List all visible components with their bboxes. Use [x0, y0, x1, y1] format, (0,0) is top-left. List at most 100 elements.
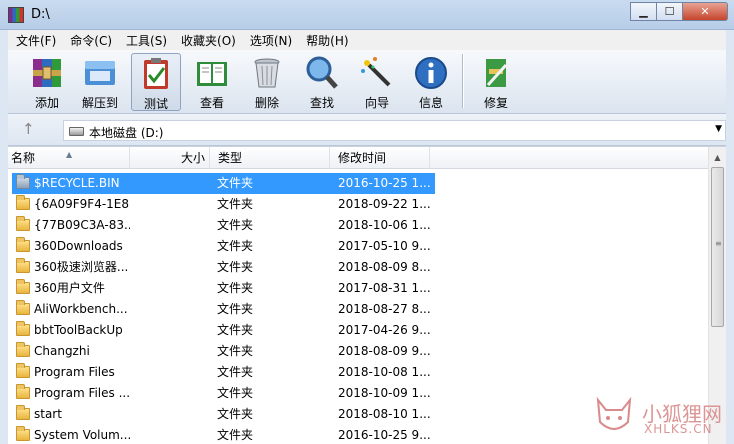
watermark: 小狐狸网 XHLKS.CN	[592, 392, 732, 442]
folder-icon	[16, 405, 30, 420]
chevron-down-icon[interactable]: ▼	[715, 124, 722, 134]
recycle-bin-folder-icon	[16, 174, 30, 189]
wizard-button[interactable]: 向导	[352, 53, 402, 111]
file-name: $RECYCLE.BIN	[34, 176, 120, 190]
folder-icon	[16, 237, 30, 252]
scroll-up-arrow[interactable]: ▲	[709, 149, 726, 166]
file-name-cell: {77B09C3A-83...	[12, 215, 130, 236]
folder-icon	[16, 384, 30, 399]
toolbar: 添加 解压到 测试 查看 删除 查找 向导 信息 修复	[8, 50, 726, 114]
file-name: bbtToolBackUp	[34, 323, 123, 337]
table-row[interactable]: 360用户文件 文件夹 2017-08-31 1...	[8, 278, 708, 299]
extract-to-button[interactable]: 解压到	[75, 53, 125, 111]
file-name-cell: 360用户文件	[12, 278, 130, 299]
table-row[interactable]: {77B09C3A-83... 文件夹 2018-10-06 1...	[8, 215, 708, 236]
up-arrow-icon[interactable]: ↑	[22, 120, 35, 138]
menu-command[interactable]: 命令(C)	[65, 32, 117, 49]
repair-button[interactable]: 修复	[471, 53, 521, 111]
menu-file[interactable]: 文件(F)	[11, 32, 61, 49]
watermark-url: XHLKS.CN	[644, 422, 713, 436]
folder-icon	[16, 258, 30, 273]
table-row[interactable]: AliWorkbench... 文件夹 2018-08-27 8...	[8, 299, 708, 320]
wizard-wand-icon	[359, 55, 395, 91]
file-name: {6A09F9F4-1E8...	[34, 197, 130, 211]
folder-icon	[16, 300, 30, 315]
file-type: 文件夹	[217, 428, 254, 442]
file-modified: 2018-08-09 9...	[338, 344, 431, 358]
info-button[interactable]: 信息	[406, 53, 456, 111]
menu-options[interactable]: 选项(N)	[245, 32, 297, 49]
menu-help[interactable]: 帮助(H)	[301, 32, 353, 49]
file-modified: 2018-10-06 1...	[338, 218, 431, 232]
folder-icon	[16, 195, 30, 210]
delete-button[interactable]: 删除	[242, 53, 292, 111]
winrar-app-icon[interactable]	[8, 7, 24, 23]
add-button[interactable]: 添加	[22, 53, 72, 111]
table-row[interactable]: {6A09F9F4-1E8... 文件夹 2018-09-22 1...	[8, 194, 708, 215]
file-name-cell: 360极速浏览器...	[12, 257, 130, 278]
table-row[interactable]: Program Files 文件夹 2018-10-08 1...	[8, 362, 708, 383]
maximize-button[interactable]: ☐	[656, 2, 683, 21]
file-name-cell: System Volum...	[12, 425, 130, 444]
table-row[interactable]: 360Downloads 文件夹 2017-05-10 9...	[8, 236, 708, 257]
column-size[interactable]: 大小	[130, 147, 210, 169]
minimize-button[interactable]: ▁	[630, 2, 657, 21]
info-icon	[413, 55, 449, 91]
view-button[interactable]: 查看	[187, 53, 237, 111]
view-book-icon	[194, 55, 230, 91]
file-name-cell: AliWorkbench...	[12, 299, 130, 320]
file-modified: 2016-10-25 9...	[338, 428, 431, 442]
file-name: Program Files ...	[34, 386, 130, 400]
column-modified[interactable]: 修改时间	[330, 147, 430, 169]
table-row[interactable]: Changzhi 文件夹 2018-08-09 9...	[8, 341, 708, 362]
scroll-thumb[interactable]: ≡	[711, 167, 724, 327]
table-row[interactable]: 360极速浏览器... 文件夹 2018-08-09 8...	[8, 257, 708, 278]
file-modified: 2018-08-09 8...	[338, 260, 431, 274]
grip-icon: ≡	[715, 239, 722, 248]
menu-favorites[interactable]: 收藏夹(O)	[176, 32, 241, 49]
file-modified: 2018-10-08 1...	[338, 365, 431, 379]
file-name: System Volum...	[34, 428, 130, 442]
menu-bar: 文件(F) 命令(C) 工具(S) 收藏夹(O) 选项(N) 帮助(H)	[8, 30, 726, 50]
file-name-cell: Program Files	[12, 362, 130, 383]
file-name: Program Files	[34, 365, 115, 379]
find-magnifier-icon	[304, 55, 340, 91]
file-name: 360Downloads	[34, 239, 123, 253]
file-modified: 2018-08-10 1...	[338, 407, 431, 421]
folder-icon	[16, 279, 30, 294]
path-text: 本地磁盘 (D:)	[89, 126, 164, 140]
file-type: 文件夹	[217, 323, 254, 337]
file-name: Changzhi	[34, 344, 90, 358]
file-type: 文件夹	[217, 407, 254, 421]
file-type: 文件夹	[217, 386, 254, 400]
table-row[interactable]: bbtToolBackUp 文件夹 2017-04-26 9...	[8, 320, 708, 341]
column-type[interactable]: 类型	[210, 147, 330, 169]
file-modified: 2017-08-31 1...	[338, 281, 431, 295]
file-type: 文件夹	[217, 302, 254, 316]
test-button[interactable]: 测试	[131, 53, 181, 111]
find-button[interactable]: 查找	[297, 53, 347, 111]
test-clipboard-icon	[138, 56, 174, 92]
file-name-cell: Program Files ...	[12, 383, 130, 404]
column-name[interactable]: 名称 ▲	[8, 147, 130, 169]
file-modified: 2017-04-26 9...	[338, 323, 431, 337]
file-type: 文件夹	[217, 197, 254, 211]
table-row[interactable]: $RECYCLE.BIN 文件夹 2016-10-25 1...	[12, 173, 435, 194]
window-controls: ▁ ☐ ✕	[630, 2, 728, 21]
file-name: {77B09C3A-83...	[34, 218, 130, 232]
path-combobox[interactable]: 本地磁盘 (D:) ▼	[63, 120, 726, 141]
folder-icon	[16, 363, 30, 378]
file-name-cell: bbtToolBackUp	[12, 320, 130, 341]
file-modified: 2016-10-25 1...	[338, 173, 431, 194]
file-type: 文件夹	[217, 173, 254, 194]
menu-tools[interactable]: 工具(S)	[121, 32, 172, 49]
file-modified: 2018-09-22 1...	[338, 197, 431, 211]
extract-folder-icon	[82, 55, 118, 91]
file-name-cell: {6A09F9F4-1E8...	[12, 194, 130, 215]
window-title: D:\	[31, 7, 50, 22]
close-button[interactable]: ✕	[682, 2, 728, 21]
file-name-cell: 360Downloads	[12, 236, 130, 257]
file-name: start	[34, 407, 62, 421]
file-modified: 2018-08-27 8...	[338, 302, 431, 316]
drive-icon	[69, 127, 84, 136]
